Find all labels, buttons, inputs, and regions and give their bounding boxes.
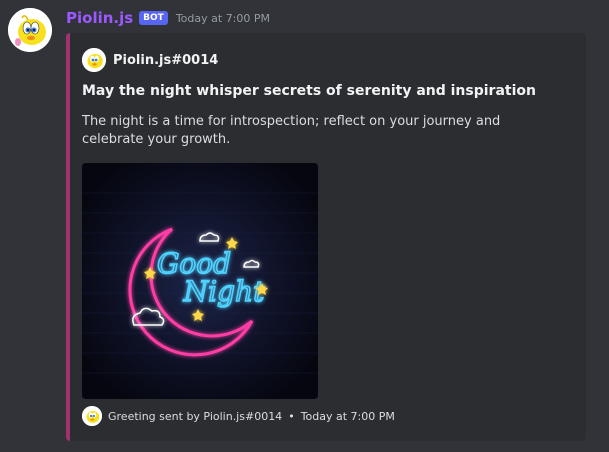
bot-badge: BOT — [139, 11, 168, 25]
embed-title: May the night whisper secrets of serenit… — [82, 83, 536, 99]
bot-avatar[interactable] — [8, 8, 52, 52]
tweety-footer-icon — [82, 406, 102, 426]
neon-good-night-image: Good Night — [82, 163, 318, 399]
neon-night-text: Night — [183, 275, 265, 308]
footer-separator: • — [288, 409, 295, 423]
embed-author-avatar — [82, 48, 106, 72]
username[interactable]: Piolin.js — [66, 9, 133, 27]
footer-text: Greeting sent by Piolin.js#0014 — [108, 409, 283, 423]
footer-timestamp: Today at 7:00 PM — [300, 409, 395, 423]
chat-message: Piolin.js BOT Today at 7:00 PM Piolin.js… — [0, 0, 609, 452]
footer-avatar — [82, 406, 102, 426]
embed-author-name[interactable]: Piolin.js#0014 — [113, 53, 218, 68]
embed-image[interactable]: Good Night — [82, 163, 318, 399]
tweety-avatar-icon — [8, 8, 52, 52]
message-timestamp: Today at 7:00 PM — [175, 11, 271, 25]
embed-footer: Greeting sent by Piolin.js#0014 • Today … — [82, 406, 395, 426]
message-header: Piolin.js BOT Today at 7:00 PM — [66, 9, 270, 27]
embed-card: Piolin.js#0014 May the night whisper sec… — [66, 33, 586, 441]
embed-description: The night is a time for introspection; r… — [82, 114, 501, 147]
embed-accent-bar — [66, 33, 70, 441]
tweety-author-icon — [82, 48, 106, 72]
embed-author: Piolin.js#0014 — [82, 48, 218, 72]
